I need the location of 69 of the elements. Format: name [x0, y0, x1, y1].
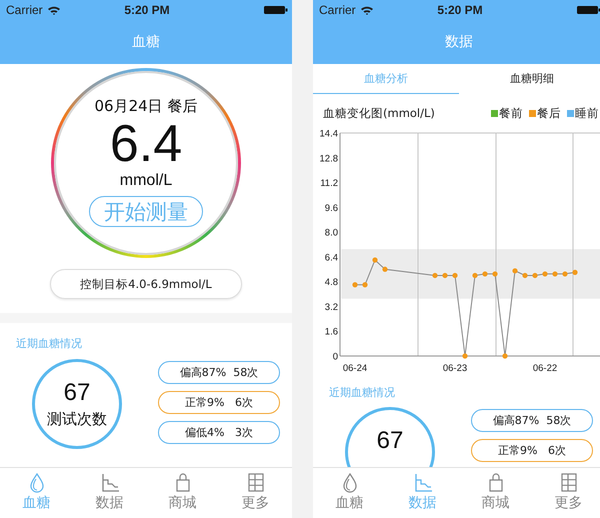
data-point: [512, 268, 518, 274]
stat-pill: 偏高87% 58次: [471, 409, 593, 432]
status-time: 5:20 PM: [437, 3, 483, 17]
carrier-label: Carrier: [6, 3, 43, 17]
data-point: [522, 272, 528, 278]
data-point: [482, 271, 488, 277]
tab-bar-item[interactable]: 血糖: [313, 468, 386, 518]
count-label: 测试次数: [47, 409, 107, 430]
legend-label: 餐前: [499, 106, 523, 120]
data-point: [472, 272, 478, 278]
target-range: 控制目标4.0-6.9mmol/L: [50, 269, 242, 299]
x-tick-label: 06-24: [342, 363, 368, 374]
stat-pill: 正常9% 6次: [471, 439, 593, 462]
x-tick-label: 06-22: [532, 363, 558, 374]
data-point: [382, 266, 388, 272]
wifi-icon: [46, 5, 61, 15]
tab-bar-item[interactable]: 商城: [459, 468, 532, 518]
y-tick-label: 14.4: [320, 128, 338, 140]
tab-bar-item[interactable]: 血糖: [0, 468, 73, 518]
y-tick-label: 1.6: [324, 326, 338, 338]
screen-title: 血糖: [131, 33, 161, 52]
stat-pill: 正常9% 6次: [158, 391, 280, 414]
start-measure-button[interactable]: 开始测量: [89, 196, 203, 227]
legend-label: 睡前: [575, 106, 599, 120]
tab-bar-item[interactable]: 数据: [73, 468, 146, 518]
tab-bar-item[interactable]: 数据: [386, 468, 459, 518]
tab-bar-item[interactable]: 商城: [146, 468, 219, 518]
y-tick-label: 0: [332, 352, 338, 362]
data-point: [352, 282, 358, 288]
y-tick-label: 3.2: [324, 302, 338, 313]
data-point: [502, 353, 508, 359]
data-point: [442, 272, 448, 278]
tab-bar-item[interactable]: 更多: [219, 468, 292, 518]
data-point: [432, 272, 438, 278]
tab-bar-item[interactable]: 更多: [532, 468, 600, 518]
reading-date: 06月24日 餐后: [94, 96, 198, 116]
battery-icon: [577, 5, 600, 15]
section-title: 近期血糖情况: [329, 386, 396, 400]
y-tick-label: 12.8: [320, 153, 338, 164]
chart-title: 血糖变化图(mmol/L): [323, 106, 435, 120]
data-point: [552, 271, 558, 277]
x-tick-label: 06-23: [442, 363, 468, 374]
status-time: 5:20 PM: [124, 3, 170, 17]
y-tick-label: 6.4: [324, 252, 338, 264]
count-value: 67: [376, 428, 404, 454]
data-point: [532, 272, 538, 278]
data-point: [452, 272, 458, 278]
stat-pill: 偏低4% 3次: [158, 421, 280, 444]
y-tick-label: 8.0: [324, 228, 338, 239]
section-title: 近期血糖情况: [16, 337, 83, 351]
data-point: [362, 282, 368, 288]
carrier-label: Carrier: [319, 3, 356, 17]
wifi-icon: [360, 5, 374, 15]
reading-value: 6.4: [110, 116, 182, 172]
screen-title: 数据: [444, 33, 474, 52]
data-point: [572, 270, 578, 275]
y-tick-label: 9.6: [324, 202, 338, 214]
y-tick-label: 11.2: [320, 178, 338, 190]
stat-pill: 偏高87% 58次: [158, 361, 280, 384]
data-point: [542, 271, 548, 277]
data-point: [462, 353, 468, 359]
data-point: [562, 271, 568, 277]
count-value: 67: [64, 380, 90, 406]
reading-unit: mmol/L: [120, 172, 172, 190]
battery-icon: [264, 5, 288, 15]
data-point: [372, 257, 378, 263]
legend-label: 餐后: [537, 106, 561, 120]
y-tick-label: 4.8: [324, 277, 338, 288]
data-point: [492, 271, 498, 277]
